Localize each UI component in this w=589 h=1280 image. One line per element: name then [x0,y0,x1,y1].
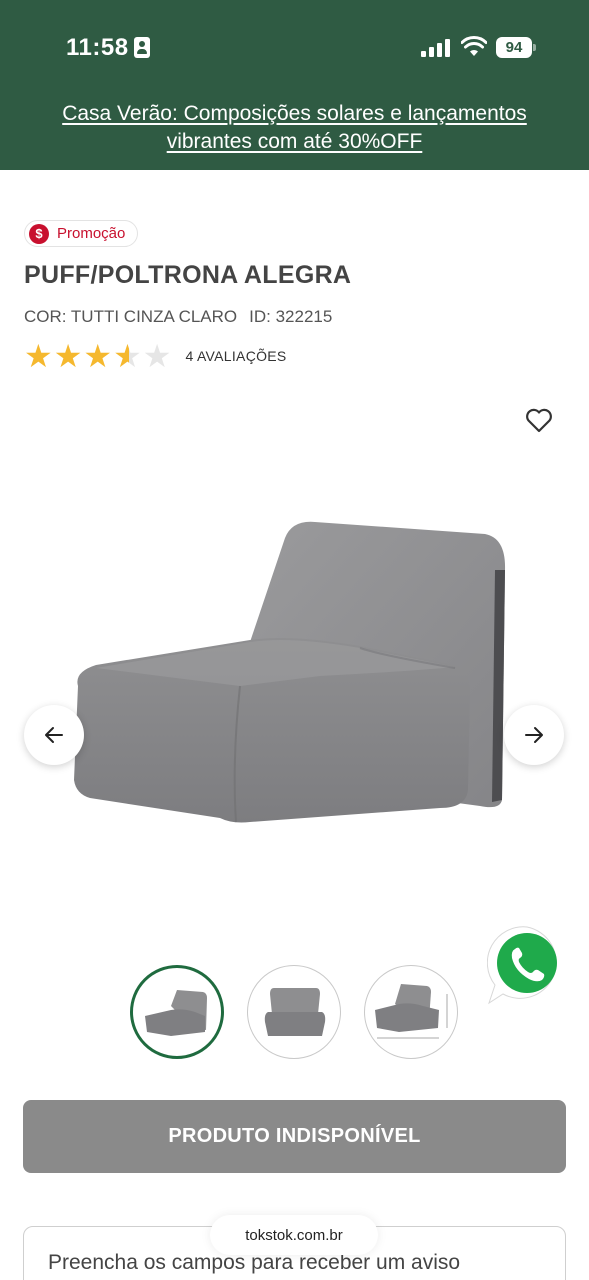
battery-indicator: 94 [496,37,536,58]
top-bar: 11:58 94 Casa Verão: Composições solares… [0,0,589,170]
product-meta: COR: TUTTI CINZA CLARO ID: 322215 [24,307,332,327]
star-icon: ★ [24,338,53,374]
product-image [74,521,506,823]
star-icon: ★ [83,338,113,374]
previous-image-button[interactable] [24,705,84,765]
product-title: PUFF/POLTRONA ALEGRA [24,261,352,289]
heart-icon[interactable] [524,405,554,435]
product-rating[interactable]: ★ ★ ★ ★ ★ 4 AVALIAÇÕES [24,339,287,373]
thumbnail-image [375,984,448,1039]
status-bar: 11:58 94 [0,0,589,96]
unavailable-product-button[interactable]: PRODUTO INDISPONÍVEL [23,1100,566,1173]
browser-url-bar[interactable]: tokstok.com.br [210,1215,378,1255]
arrow-left-icon [45,727,63,743]
product-id: ID: 322215 [249,307,333,326]
star-empty-icon: ★ [142,338,172,374]
thumbnail-image [264,988,326,1036]
status-time: 11:58 [66,34,129,61]
reviews-count-link[interactable]: 4 AVALIAÇÕES [185,348,286,364]
next-image-button[interactable] [504,705,564,765]
thumbnail-1[interactable] [130,965,224,1059]
promotion-badge-label: Promoção [57,225,126,242]
wifi-icon [461,36,487,56]
promotion-badge: $ Promoção [24,220,139,247]
battery-level: 94 [496,37,532,58]
dollar-icon: $ [29,223,49,244]
battery-tip [533,44,536,51]
rating-stars: ★ ★ ★ ★ ★ [24,339,171,373]
thumbnail-strip [0,965,589,1060]
product-gallery[interactable] [0,450,589,930]
thumbnail-3[interactable] [364,965,458,1059]
thumbnail-image [145,990,207,1036]
contact-card-icon [134,37,150,58]
star-icon: ★ [53,338,83,374]
thumbnail-2[interactable] [247,965,341,1059]
cellular-signal-icon [421,38,451,57]
arrow-right-icon [525,727,543,743]
star-half-icon: ★ [113,338,142,374]
promo-banner-link[interactable]: Casa Verão: Composições solares e lançam… [20,100,569,156]
product-color: COR: TUTTI CINZA CLARO [24,307,238,326]
